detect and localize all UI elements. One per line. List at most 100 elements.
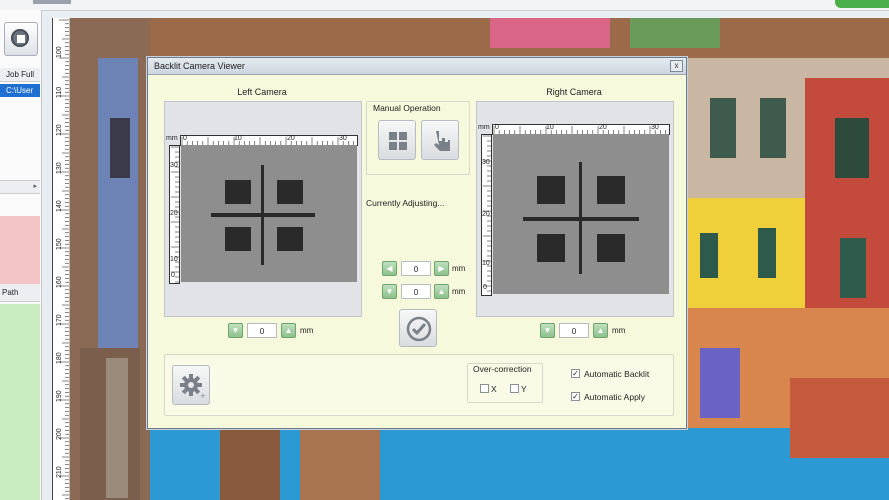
v-tick-label: 30: [482, 159, 490, 166]
top-toolbar: [0, 0, 889, 11]
path-column-header[interactable]: Path: [0, 284, 40, 302]
job-column-header[interactable]: Job Full: [0, 68, 40, 82]
hand-icon: [434, 131, 450, 151]
right-camera-value[interactable]: 0: [559, 323, 589, 338]
chevron-down-icon: ▼: [543, 326, 552, 335]
ruler-label: 130: [56, 162, 63, 174]
right-camera-unit-label: mm: [612, 326, 626, 335]
top-status-pill[interactable]: [835, 0, 889, 8]
chevron-down-icon: ▼: [231, 326, 240, 335]
ruler-label: 180: [56, 352, 63, 364]
fiducial-square: [225, 180, 251, 204]
h-tick-label: 30: [339, 135, 347, 142]
chevron-up-icon: ▲: [284, 326, 293, 335]
vertical-ruler: 100 110 120 130 140 150 160 170 180 190 …: [52, 18, 70, 500]
fiducial-square: [597, 176, 625, 204]
y-unit-label: mm: [452, 287, 466, 296]
chevron-left-icon: ◀: [386, 264, 393, 273]
top-tab[interactable]: [33, 0, 71, 4]
chevron-up-icon: ▲: [437, 287, 446, 296]
ruler-label: 210: [56, 466, 63, 478]
ruler-label: 150: [56, 238, 63, 250]
h-tick-label: 10: [234, 135, 242, 142]
stop-button[interactable]: [4, 22, 38, 56]
settings-button[interactable]: +: [172, 365, 210, 405]
pink-panel: [0, 216, 40, 284]
right-camera-increase-button[interactable]: ▲: [593, 323, 608, 338]
automatic-backlit-checkbox[interactable]: ✓: [571, 369, 580, 378]
over-correction-y-checkbox[interactable]: [510, 384, 519, 393]
automatic-apply-checkbox[interactable]: ✓: [571, 392, 580, 401]
ruler-label: 160: [56, 276, 63, 288]
y-increase-button[interactable]: ▲: [434, 284, 449, 299]
right-h-ruler-ticks: [493, 126, 666, 134]
over-correction-x-checkbox[interactable]: [480, 384, 489, 393]
fiducial-square: [277, 227, 303, 251]
options-panel: [164, 354, 674, 416]
scroll-right-icon[interactable]: ▸: [33, 182, 37, 190]
right-camera-label: Right Camera: [546, 87, 602, 97]
manual-hand-button[interactable]: [421, 120, 459, 160]
over-correction-x-label: X: [491, 384, 497, 394]
green-panel: [0, 304, 40, 500]
left-camera-decrease-button[interactable]: ▼: [228, 323, 243, 338]
automatic-backlit-label: Automatic Backlit: [584, 369, 650, 379]
fiducial-square: [277, 180, 303, 204]
fiducial-square: [597, 234, 625, 262]
job-list-item[interactable]: C:\User: [0, 84, 40, 97]
right-camera-unit: mm: [478, 124, 490, 131]
fiducial-square: [537, 234, 565, 262]
close-button[interactable]: x: [670, 60, 683, 72]
ruler-label: 100: [56, 46, 63, 58]
h-tick-label: 20: [599, 124, 607, 131]
grid-view-button[interactable]: [378, 120, 416, 160]
left-camera-unit-label: mm: [300, 326, 314, 335]
horizontal-scrollbar[interactable]: ▸: [0, 180, 40, 194]
ruler-label: 140: [56, 200, 63, 212]
y-adjust-value[interactable]: 0: [401, 284, 431, 299]
h-tick-label: 30: [651, 124, 659, 131]
left-camera-unit: mm: [166, 135, 178, 142]
right-camera-view[interactable]: [493, 134, 669, 294]
left-camera-value[interactable]: 0: [247, 323, 277, 338]
chevron-right-icon: ▶: [438, 264, 445, 273]
check-icon: [406, 316, 432, 342]
ruler-label: 120: [56, 124, 63, 136]
v-tick-label: 10: [482, 260, 490, 267]
v-tick-label: 20: [482, 211, 490, 218]
x-increase-button[interactable]: ▶: [434, 261, 449, 276]
over-correction-y-label: Y: [521, 384, 527, 394]
x-unit-label: mm: [452, 264, 466, 273]
crosshair-vertical: [261, 165, 264, 265]
left-camera-increase-button[interactable]: ▲: [281, 323, 296, 338]
right-camera-decrease-button[interactable]: ▼: [540, 323, 555, 338]
manual-operation-label: Manual Operation: [373, 103, 441, 113]
svg-text:+: +: [200, 392, 206, 400]
ruler-label: 200: [56, 428, 63, 440]
h-tick-label: 20: [287, 135, 295, 142]
chevron-up-icon: ▲: [596, 326, 605, 335]
close-icon: x: [674, 61, 679, 70]
h-tick-label: 0: [183, 135, 187, 142]
left-camera-label: Left Camera: [237, 87, 287, 97]
v-tick-label: 0: [483, 284, 487, 291]
adjusting-status: Currently Adjusting...: [366, 198, 445, 208]
ruler-label: 170: [56, 314, 63, 326]
h-tick-label: 0: [495, 124, 499, 131]
v-tick-label: 30: [170, 162, 178, 169]
fiducial-square: [225, 227, 251, 251]
chevron-down-icon: ▼: [385, 287, 394, 296]
left-camera-view[interactable]: [181, 145, 357, 282]
ruler-label: 190: [56, 390, 63, 402]
apply-button[interactable]: [399, 309, 437, 347]
left-camera-v-ruler: 30 20 10 0: [169, 145, 180, 284]
grid-icon: [389, 132, 407, 150]
x-adjust-value[interactable]: 0: [401, 261, 431, 276]
v-tick-label: 0: [171, 272, 175, 279]
x-decrease-button[interactable]: ◀: [382, 261, 397, 276]
v-tick-label: 20: [170, 210, 178, 217]
automatic-apply-label: Automatic Apply: [584, 392, 645, 402]
y-decrease-button[interactable]: ▼: [382, 284, 397, 299]
v-tick-label: 10: [170, 256, 178, 263]
dialog-title-bar[interactable]: Backlit Camera Viewer: [148, 58, 686, 75]
